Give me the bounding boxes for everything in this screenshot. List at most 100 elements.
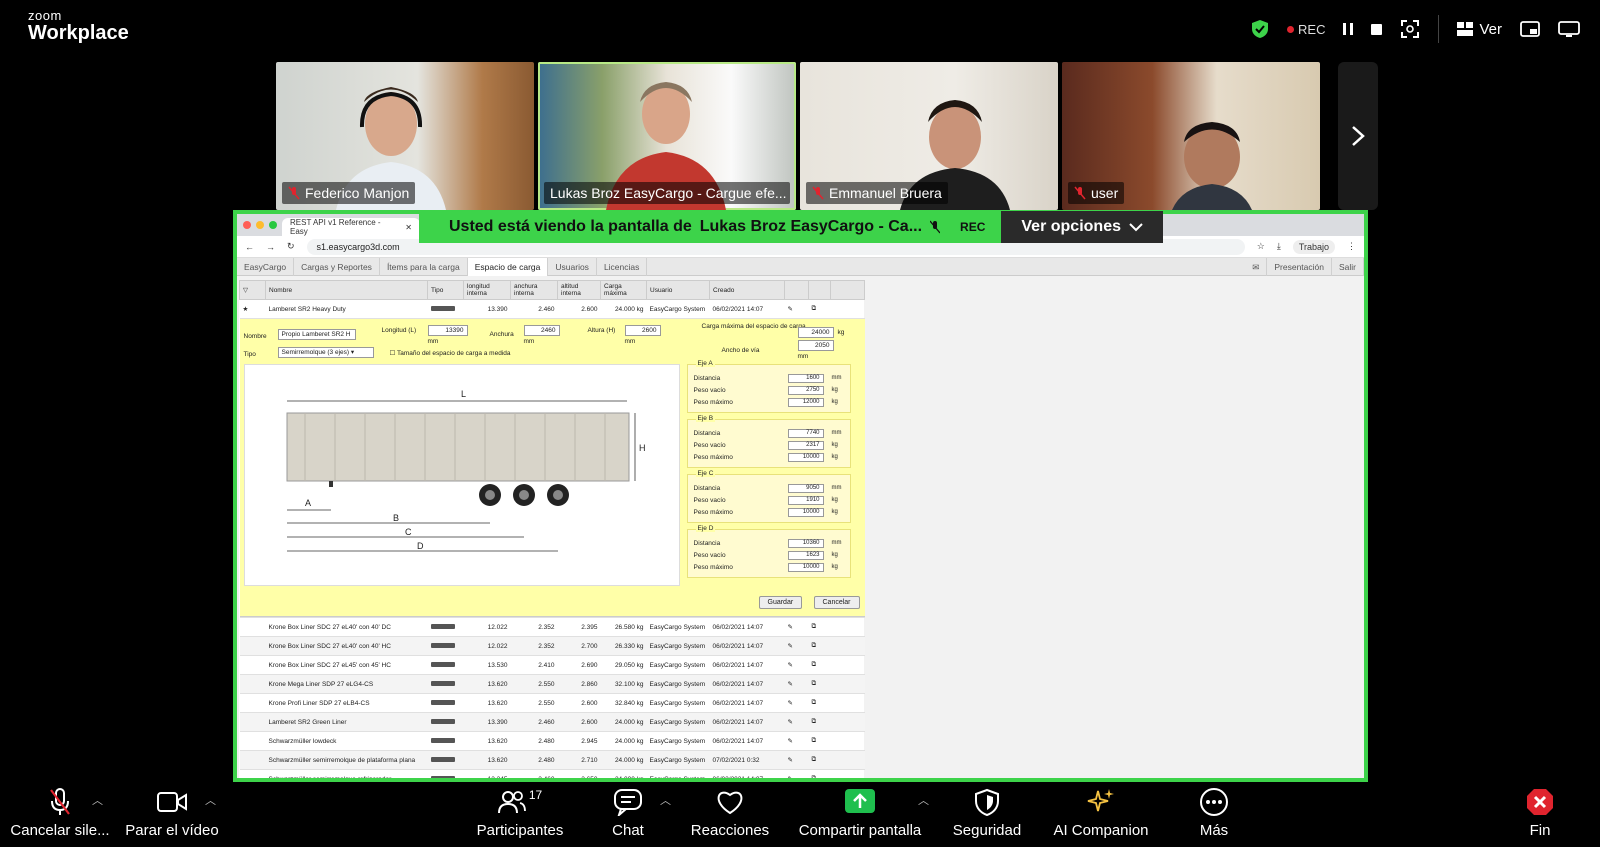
edit-icon[interactable]: ✎ <box>784 731 809 751</box>
copy-icon[interactable]: ⧉ <box>808 731 831 751</box>
custom-size-checkbox[interactable]: ☐ Tamaño del espacio de carga a medida <box>390 349 511 357</box>
view-menu-button[interactable]: Ver <box>1457 21 1502 38</box>
end-meeting-button[interactable]: Fin <box>1505 782 1575 847</box>
download-icon[interactable]: ⤓ <box>1277 241 1281 252</box>
minimize-window-icon[interactable] <box>256 221 264 229</box>
ai-companion-button[interactable]: AI Companion <box>1046 782 1156 847</box>
axle-distance-input[interactable]: 1600 <box>787 374 824 383</box>
maximize-window-icon[interactable] <box>269 221 277 229</box>
tipo-select[interactable]: Semirremolque (3 ejes) ▾ <box>277 347 374 358</box>
copy-icon[interactable]: ⧉ <box>808 712 831 732</box>
stop-recording-icon[interactable] <box>1371 23 1383 35</box>
nav-items-carga[interactable]: Ítems para la carga <box>380 257 468 276</box>
col-carga[interactable]: Carga máxima <box>600 280 647 300</box>
copy-icon[interactable]: ⧉ <box>808 693 831 713</box>
axle-max-input[interactable]: 10000 <box>787 453 824 462</box>
more-button[interactable]: Más <box>1166 782 1262 847</box>
video-tile-active-speaker[interactable]: Lukas Broz EasyCargo - Cargue efe... <box>538 62 796 210</box>
tab-close-icon[interactable]: ✕ <box>405 223 412 232</box>
table-row[interactable]: Krone Box Liner SDC 27 eL40' con 40' DC 1… <box>239 617 865 637</box>
focus-icon[interactable] <box>1400 19 1420 39</box>
edit-icon[interactable]: ✎ <box>784 693 809 713</box>
axle-max-input[interactable]: 10000 <box>787 508 824 517</box>
edit-icon[interactable]: ✎ <box>784 750 809 770</box>
col-usuario[interactable]: Usuario <box>646 280 710 300</box>
edit-icon[interactable]: ✎ <box>784 655 809 675</box>
encryption-shield-icon[interactable] <box>1251 19 1269 39</box>
edit-icon[interactable]: ✎ <box>784 769 809 778</box>
col-anchura[interactable]: anchura interna <box>510 280 558 300</box>
axle-distance-input[interactable]: 7740 <box>787 429 824 438</box>
longitud-input[interactable]: 13390 <box>427 325 468 336</box>
anchura-input[interactable]: 2460 <box>523 325 560 336</box>
save-button[interactable]: Guardar <box>758 596 803 609</box>
table-row[interactable]: Krone Profi Liner SDP 27 eLB4-CS 13.620 2.… <box>239 693 865 713</box>
nav-salir[interactable]: Salir <box>1332 257 1364 276</box>
edit-icon[interactable]: ✎ <box>784 674 809 694</box>
axle-distance-input[interactable]: 9050 <box>787 484 824 493</box>
max-load-input[interactable]: 24000 <box>797 327 834 338</box>
axle-max-input[interactable]: 10000 <box>787 563 824 572</box>
chat-options-caret-icon[interactable]: ︿ <box>660 792 671 808</box>
axle-empty-input[interactable]: 2317 <box>787 441 824 450</box>
track-input[interactable]: 2050 <box>797 340 834 351</box>
video-tile[interactable]: Federico Manjon <box>276 62 534 210</box>
copy-icon[interactable]: ⧉ <box>808 655 831 675</box>
table-row[interactable]: Krone Box Liner SDC 27 eL40' con 40' HC 1… <box>239 636 865 656</box>
share-options-caret-icon[interactable]: ︿ <box>918 792 929 808</box>
reload-icon[interactable]: ↻ <box>287 241 295 252</box>
copy-icon[interactable]: ⧉ <box>808 299 831 319</box>
axle-distance-input[interactable]: 10360 <box>787 539 824 548</box>
edit-icon[interactable]: ✎ <box>784 617 809 637</box>
bookmark-star-icon[interactable]: ☆ <box>1257 241 1265 252</box>
fullscreen-exit-icon[interactable] <box>1558 21 1580 37</box>
table-row[interactable]: Krone Mega Liner SDP 27 eLG4-CS 13.620 2.5… <box>239 674 865 694</box>
picture-in-picture-icon[interactable] <box>1520 21 1540 37</box>
edit-icon[interactable]: ✎ <box>784 636 809 656</box>
edit-icon[interactable]: ✎ <box>784 299 809 319</box>
table-row[interactable]: Schwarzmüller lowdeck 13.620 2.480 2.945 24.… <box>239 731 865 751</box>
axle-empty-input[interactable]: 1623 <box>787 551 824 560</box>
nav-licencias[interactable]: Licencias <box>597 257 648 276</box>
edit-icon[interactable]: ✎ <box>784 712 809 732</box>
copy-icon[interactable]: ⧉ <box>808 750 831 770</box>
mute-options-caret-icon[interactable]: ︿ <box>92 792 103 808</box>
axle-empty-input[interactable]: 2750 <box>787 386 824 395</box>
shared-screen[interactable]: REST API v1 Reference - Easy ✕ ← → ↻ s1.e… <box>233 210 1368 782</box>
nav-usuarios[interactable]: Usuarios <box>548 257 597 276</box>
nav-cargas-reportes[interactable]: Cargas y Reportes <box>294 257 380 276</box>
close-window-icon[interactable] <box>243 221 251 229</box>
col-tipo[interactable]: Tipo <box>427 280 464 300</box>
nav-espacio-carga[interactable]: Espacio de carga <box>467 257 549 276</box>
copy-icon[interactable]: ⧉ <box>808 674 831 694</box>
table-row[interactable]: Lamberet SR2 Green Liner 13.390 2.460 2.600… <box>239 712 865 732</box>
mail-icon[interactable]: ✉ <box>1245 257 1268 276</box>
video-tile[interactable]: Emmanuel Bruera <box>800 62 1058 210</box>
copy-icon[interactable]: ⧉ <box>808 636 831 656</box>
security-button[interactable]: Seguridad <box>937 782 1037 847</box>
table-row[interactable]: Schwarzmüller semirremolque refrigerador… <box>239 769 865 778</box>
copy-icon[interactable]: ⧉ <box>808 769 831 778</box>
view-options-button[interactable]: Ver opciones <box>1001 211 1163 243</box>
reactions-button[interactable]: Reacciones <box>680 782 780 847</box>
pause-recording-icon[interactable] <box>1343 23 1354 35</box>
browser-tab[interactable]: REST API v1 Reference - Easy ✕ <box>282 218 420 236</box>
forward-icon[interactable]: → <box>266 242 275 252</box>
table-row[interactable]: Schwarzmüller semirremolque de plataform… <box>239 750 865 770</box>
table-row-selected[interactable]: ★ Lamberet SR2 Heavy Duty 13.390 2.460 2… <box>239 299 865 319</box>
favorite-star-icon[interactable]: ★ <box>239 299 266 319</box>
axle-empty-input[interactable]: 1910 <box>787 496 824 505</box>
nombre-input[interactable]: Propio Lamberet SR2 H <box>277 329 356 340</box>
video-options-caret-icon[interactable]: ︿ <box>205 792 216 808</box>
video-tile[interactable]: user <box>1062 62 1320 210</box>
nav-easycargo[interactable]: EasyCargo <box>237 257 295 276</box>
cancel-button[interactable]: Cancelar <box>813 596 860 609</box>
axle-max-input[interactable]: 12000 <box>787 398 824 407</box>
back-icon[interactable]: ← <box>245 242 254 252</box>
copy-icon[interactable]: ⧉ <box>808 617 831 637</box>
nav-presentacion[interactable]: Presentación <box>1267 257 1332 276</box>
col-nombre[interactable]: Nombre <box>265 280 428 300</box>
next-page-button[interactable] <box>1338 62 1378 210</box>
participants-button[interactable]: 17 Participantes <box>470 782 570 847</box>
profile-button[interactable]: Trabajo <box>1292 239 1335 254</box>
